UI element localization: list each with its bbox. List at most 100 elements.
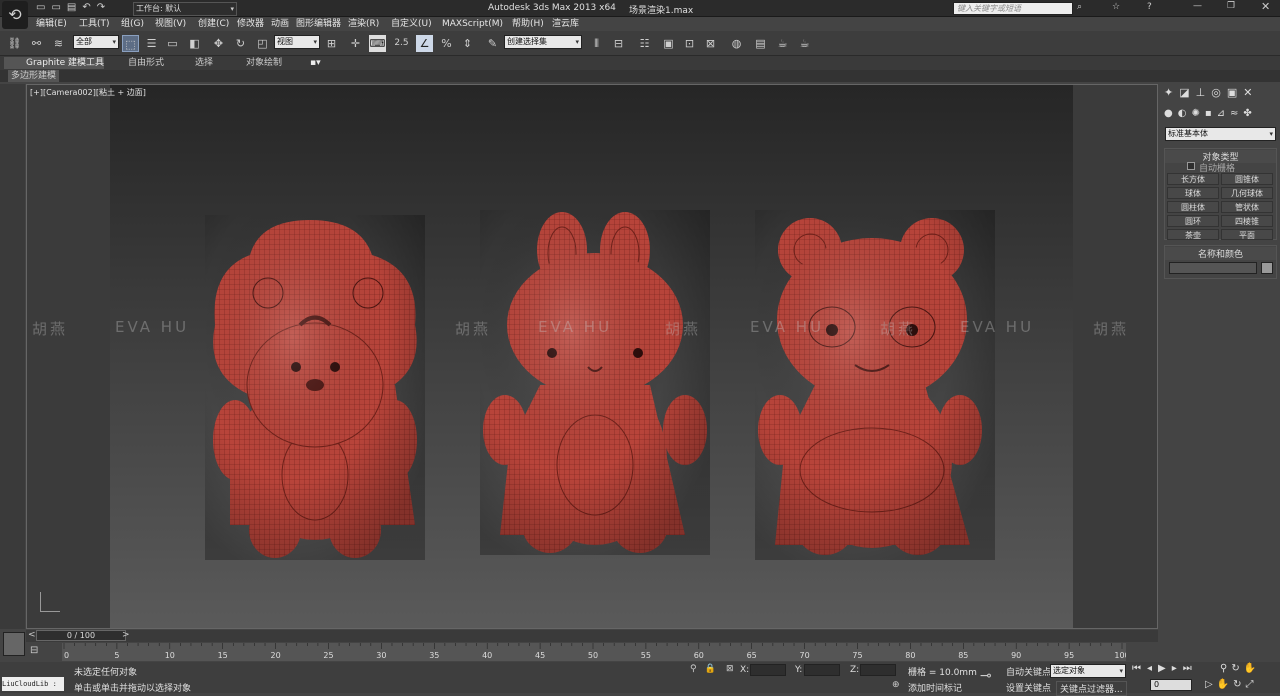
- snap-toggle-icon[interactable]: 2.5: [393, 35, 410, 52]
- named-selection-dropdown[interactable]: 创建选择集 ▾: [504, 35, 582, 49]
- tab-graphite-modeling[interactable]: Graphite 建模工具: [4, 57, 104, 69]
- bear-model[interactable]: [755, 210, 995, 560]
- search-input[interactable]: 键入关键字或短语: [953, 2, 1073, 15]
- menu-customize[interactable]: 自定义(U): [391, 17, 432, 31]
- lion-model[interactable]: [205, 215, 425, 560]
- geosphere-button[interactable]: 几何球体: [1221, 187, 1273, 199]
- help-icon[interactable]: ?: [1147, 2, 1152, 12]
- arc-rotate-icon[interactable]: ↻: [1233, 679, 1245, 690]
- play-icon[interactable]: ▶: [1158, 663, 1172, 674]
- fov-icon[interactable]: ▷: [1205, 679, 1217, 690]
- current-frame-field[interactable]: 0: [1150, 679, 1192, 691]
- scale-icon[interactable]: ◰: [254, 35, 271, 52]
- walk-icon[interactable]: ✋: [1217, 679, 1233, 690]
- restore-icon[interactable]: ❐: [1227, 1, 1235, 11]
- auto-key-button[interactable]: 自动关键点: [1006, 665, 1051, 678]
- time-slider-thumb[interactable]: 0 / 100: [36, 630, 126, 641]
- set-key-button[interactable]: 设置关键点: [1006, 681, 1051, 694]
- material-editor-icon[interactable]: ◍: [728, 35, 745, 52]
- star-icon[interactable]: ☆: [1112, 2, 1120, 12]
- motion-tab-icon[interactable]: ◎: [1211, 86, 1227, 99]
- menu-tools[interactable]: 工具(T): [79, 17, 110, 31]
- curve-editor-icon[interactable]: ⊡: [681, 35, 698, 52]
- select-manipulate-icon[interactable]: ✛: [347, 35, 364, 52]
- time-slider[interactable]: < 0 / 100 >: [26, 630, 1158, 642]
- pivot-center-icon[interactable]: ⊞: [323, 35, 340, 52]
- workspace-dropdown[interactable]: 工作台: 默认 ▾: [133, 2, 237, 16]
- pan-icon[interactable]: ✋: [1244, 663, 1260, 674]
- helpers-icon[interactable]: ⊿: [1217, 108, 1230, 119]
- link-icon[interactable]: ⛓: [6, 35, 23, 52]
- tab-selection[interactable]: 选择: [195, 57, 213, 69]
- viewport-label[interactable]: [+][Camera002][粘土 + 边面]: [30, 87, 146, 98]
- layer-manager-icon[interactable]: ☷: [636, 35, 653, 52]
- graphite-toggle-icon[interactable]: ▣: [660, 35, 677, 52]
- lock-selection-icon[interactable]: ⚲🔒: [690, 664, 724, 674]
- geometry-icon[interactable]: ●: [1164, 108, 1178, 119]
- teapot-button[interactable]: 茶壶: [1167, 229, 1219, 240]
- menu-rendering[interactable]: 渲染(R): [348, 17, 379, 31]
- edit-named-selection-icon[interactable]: ✎: [484, 35, 501, 52]
- sphere-button[interactable]: 球体: [1167, 187, 1219, 199]
- orbit-icon[interactable]: ↻: [1231, 663, 1243, 674]
- angle-snap-icon[interactable]: ∠: [416, 35, 433, 52]
- utilities-tab-icon[interactable]: ✕: [1243, 86, 1258, 99]
- rendered-frame-icon[interactable]: ☕: [774, 35, 791, 52]
- ribbon-options-icon[interactable]: ▪▾: [310, 57, 321, 69]
- pyramid-button[interactable]: 四棱锥: [1221, 215, 1273, 227]
- modify-tab-icon[interactable]: ◪: [1179, 86, 1195, 99]
- menu-create[interactable]: 创建(C): [198, 17, 229, 31]
- tab-polygon-modeling[interactable]: 多边形建模: [8, 70, 60, 82]
- next-frame-arrow[interactable]: >: [122, 630, 130, 640]
- plane-button[interactable]: 平面: [1221, 229, 1273, 240]
- autogrid-checkbox[interactable]: [1187, 162, 1195, 170]
- rollout-title[interactable]: 名称和颜色: [1165, 247, 1276, 260]
- bind-spacewarp-icon[interactable]: ≋: [50, 35, 67, 52]
- spacewarps-icon[interactable]: ≈: [1230, 108, 1243, 119]
- object-color-swatch[interactable]: [1261, 262, 1273, 274]
- rabbit-model[interactable]: [480, 210, 710, 555]
- selection-filter-dropdown[interactable]: 全部 ▾: [73, 35, 119, 49]
- category-dropdown[interactable]: 标准基本体 ▾: [1165, 127, 1276, 141]
- keyboard-shortcut-icon[interactable]: ⌨: [369, 35, 386, 52]
- rect-selection-icon[interactable]: ▭: [164, 35, 181, 52]
- maxscript-listener-field[interactable]: LiuCloudLib :: [2, 677, 64, 691]
- menu-cloud-library[interactable]: 渲云库: [552, 17, 579, 31]
- spinner-snap-icon[interactable]: ⇕: [459, 35, 476, 52]
- next-frame-icon[interactable]: ▸: [1172, 663, 1183, 674]
- object-name-field[interactable]: [1169, 262, 1257, 274]
- key-mode-dropdown[interactable]: 选定对象 ▾: [1050, 664, 1126, 678]
- minimize-icon[interactable]: —: [1193, 1, 1202, 11]
- create-tab-icon[interactable]: ✦: [1164, 86, 1179, 99]
- display-tab-icon[interactable]: ▣: [1227, 86, 1243, 99]
- prev-frame-icon[interactable]: ◂: [1147, 663, 1158, 674]
- go-to-start-icon[interactable]: ⏮: [1132, 663, 1147, 674]
- go-to-end-icon[interactable]: ⏭: [1183, 663, 1198, 674]
- tube-button[interactable]: 管状体: [1221, 201, 1273, 213]
- shapes-icon[interactable]: ◐: [1178, 108, 1192, 119]
- y-coordinate-field[interactable]: [804, 664, 840, 676]
- cylinder-button[interactable]: 圆柱体: [1167, 201, 1219, 213]
- menu-modifiers[interactable]: 修改器: [237, 17, 264, 31]
- box-button[interactable]: 长方体: [1167, 173, 1219, 185]
- curve-editor-mini-icon[interactable]: ⊟: [30, 645, 38, 656]
- mirror-icon[interactable]: ⫴: [588, 35, 605, 52]
- mini-listener-button[interactable]: [3, 632, 25, 656]
- x-coordinate-field[interactable]: [750, 664, 786, 676]
- app-logo-icon[interactable]: ⟲: [2, 1, 28, 29]
- add-time-tag[interactable]: 添加时间标记: [908, 681, 962, 694]
- menu-edit[interactable]: 编辑(E): [36, 17, 67, 31]
- add-time-tag-icon[interactable]: ⊕: [892, 680, 900, 690]
- select-by-name-icon[interactable]: ☰: [143, 35, 160, 52]
- move-icon[interactable]: ✥: [210, 35, 227, 52]
- close-icon[interactable]: ✕: [1261, 0, 1270, 13]
- set-key-icon[interactable]: ⊸: [980, 668, 992, 684]
- cone-button[interactable]: 圆锥体: [1221, 173, 1273, 185]
- ref-coord-dropdown[interactable]: 视图 ▾: [274, 35, 320, 49]
- lights-icon[interactable]: ✺: [1191, 108, 1204, 119]
- cameras-icon[interactable]: ▪: [1205, 108, 1217, 119]
- window-crossing-icon[interactable]: ◧: [186, 35, 203, 52]
- unlink-icon[interactable]: ⚯: [28, 35, 45, 52]
- menu-help[interactable]: 帮助(H): [512, 17, 544, 31]
- tab-freeform[interactable]: 自由形式: [128, 57, 164, 69]
